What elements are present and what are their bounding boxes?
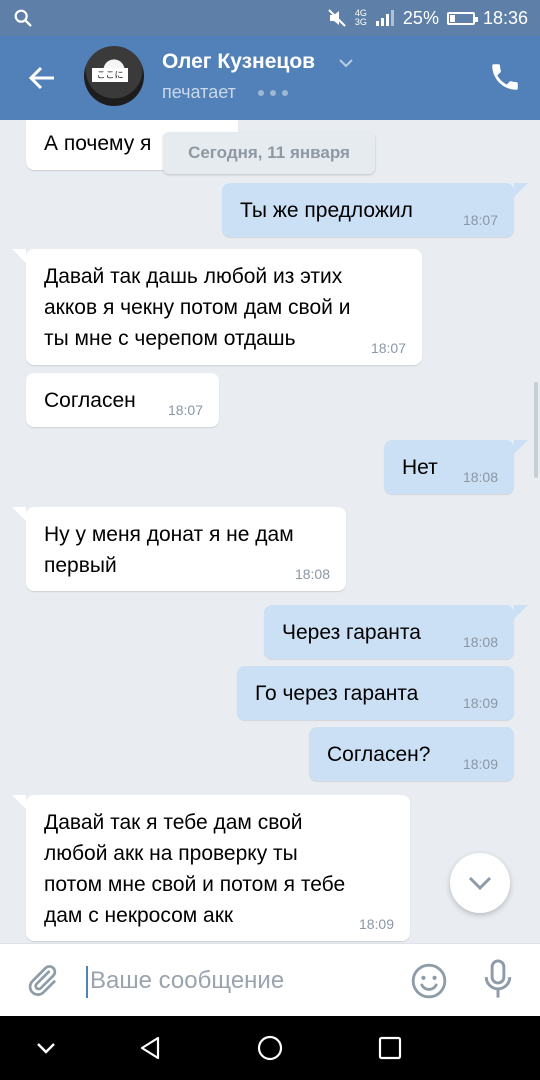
signal-icon: [375, 10, 394, 26]
message-input[interactable]: [88, 958, 392, 1004]
message-text: Давай так я тебе дам свой: [44, 811, 303, 834]
message-time: 18:09: [358, 916, 394, 932]
attach-icon[interactable]: [24, 962, 60, 998]
chat-header: ここに Олег Кузнецов печатает: [0, 36, 540, 120]
message-list[interactable]: А почему я Сегодня, 11 января Ты же пред…: [0, 120, 540, 943]
message-time: 18:08: [462, 469, 498, 485]
message-text: Ты же предложил: [240, 199, 413, 222]
network-type: 4G 3G: [355, 9, 367, 27]
message-text: А почему я: [44, 132, 152, 155]
clock: 18:36: [482, 7, 528, 28]
message-time: 18:08: [294, 566, 330, 582]
message-text: первый: [44, 554, 117, 577]
typing-status: печатает: [162, 82, 236, 102]
nav-home-icon[interactable]: [254, 1032, 286, 1064]
message-text: Го через гаранта: [255, 682, 419, 705]
typing-indicator: [258, 90, 288, 96]
message-bubble[interactable]: Го через гаранта 18:09: [237, 666, 514, 720]
mute-icon: [328, 9, 346, 27]
battery-icon: [446, 11, 478, 25]
chevron-down-icon[interactable]: [338, 58, 354, 68]
message-time: 18:09: [462, 756, 498, 772]
battery-percent: 25%: [402, 7, 439, 28]
message-bubble[interactable]: Ты же предложил 18:07: [222, 183, 528, 237]
network-bottom-label: 3G: [354, 17, 367, 27]
message-bubble[interactable]: Давай так дашь любой из этих акков я чек…: [12, 249, 422, 365]
date-separator: Сегодня, 11 января: [163, 132, 375, 174]
avatar-sign: ここに: [92, 68, 128, 82]
scroll-down-icon: [468, 876, 492, 891]
scroll-down-button[interactable]: [450, 853, 510, 913]
avatar[interactable]: ここに: [84, 46, 144, 106]
nav-recents-icon[interactable]: [374, 1032, 406, 1064]
back-icon[interactable]: [26, 62, 58, 94]
message-text: потом мне свой и потом я тебе: [44, 873, 346, 896]
message-text: любой акк на проверку ты: [44, 842, 298, 865]
message-time: 18:07: [370, 340, 406, 356]
emoji-icon[interactable]: [410, 962, 448, 1000]
contact-name[interactable]: Олег Кузнецов: [162, 50, 315, 74]
message-text: акков я чекну потом дам свой и: [44, 296, 351, 319]
message-bubble[interactable]: Давай так я тебе дам свой любой акк на п…: [12, 795, 410, 941]
search-icon: [14, 9, 32, 27]
message-bubble[interactable]: Согласен? 18:09: [309, 727, 514, 781]
message-bubble[interactable]: Согласен 18:07: [26, 373, 219, 427]
message-bubble[interactable]: Ну у меня донат я не дам первый 18:08: [12, 507, 346, 591]
message-bubble[interactable]: Через гаранта 18:08: [264, 605, 528, 659]
battery-fill: [449, 14, 456, 22]
message-text: ты мне с черепом отдашь: [44, 327, 296, 350]
system-nav-bar: [0, 1016, 540, 1080]
composer: [0, 943, 540, 1017]
nav-collapse-icon[interactable]: [30, 1032, 62, 1064]
message-text: дам с некросом акк: [44, 904, 234, 927]
call-icon[interactable]: [488, 60, 522, 94]
status-indicators: 4G 3G 25% 18:36: [327, 0, 528, 36]
mic-icon[interactable]: [480, 958, 516, 1002]
message-time: 18:07: [167, 402, 203, 418]
message-text: Ну у меня донат я не дам: [44, 523, 294, 546]
message-text: Давай так дашь любой из этих: [44, 265, 343, 288]
message-time: 18:07: [462, 212, 498, 228]
nav-back-icon[interactable]: [134, 1032, 166, 1064]
status-bar: 4G 3G 25% 18:36: [0, 0, 540, 36]
message-time: 18:09: [462, 695, 498, 711]
message-time: 18:08: [462, 634, 498, 650]
message-bubble[interactable]: Нет 18:08: [384, 440, 528, 494]
scrollbar[interactable]: [534, 382, 538, 478]
